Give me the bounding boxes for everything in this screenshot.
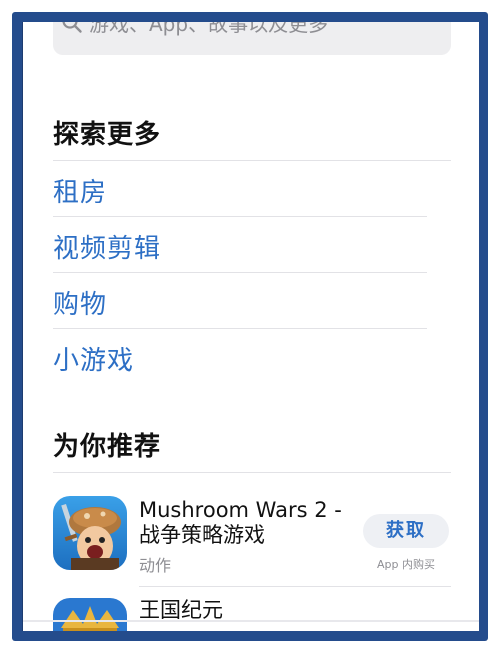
recommended-section-title: 为你推荐 <box>53 432 162 462</box>
app-category: 动作 <box>139 556 172 575</box>
app-store-page: 游戏、App、故事以及更多 探索更多 租房 视频剪辑 购物 小游戏 为你推荐 M… <box>23 22 479 631</box>
divider <box>53 472 451 473</box>
app-icon-mushroom-wars[interactable] <box>53 496 127 570</box>
explore-item-shopping[interactable]: 购物 <box>53 284 107 321</box>
app-title-line-1[interactable]: Mushroom Wars 2 - <box>139 498 342 523</box>
divider <box>53 272 427 273</box>
explore-section-title: 探索更多 <box>53 120 162 150</box>
divider <box>53 216 427 217</box>
search-placeholder: 游戏、App、故事以及更多 <box>89 22 329 36</box>
explore-item-video-editing[interactable]: 视频剪辑 <box>53 228 161 265</box>
page-bottom-edge <box>23 620 479 622</box>
explore-item-mini-games[interactable]: 小游戏 <box>53 340 134 377</box>
explore-item-rent[interactable]: 租房 <box>53 172 107 209</box>
search-field[interactable]: 游戏、App、故事以及更多 <box>53 22 451 55</box>
divider <box>53 160 451 161</box>
divider <box>139 586 451 587</box>
app-title-line-2[interactable]: 战争策略游戏 <box>139 523 265 548</box>
divider <box>53 328 427 329</box>
app-icon-rise-of-kingdoms[interactable] <box>53 598 127 631</box>
rise-of-kingdoms-artwork <box>53 598 127 631</box>
in-app-purchase-note: App 内购买 <box>377 558 435 571</box>
mushroom-wars-artwork <box>53 496 127 570</box>
screen: 游戏、App、故事以及更多 探索更多 租房 视频剪辑 购物 小游戏 为你推荐 M… <box>22 22 479 631</box>
get-button[interactable]: 获取 <box>363 514 449 548</box>
search-icon <box>62 22 82 33</box>
